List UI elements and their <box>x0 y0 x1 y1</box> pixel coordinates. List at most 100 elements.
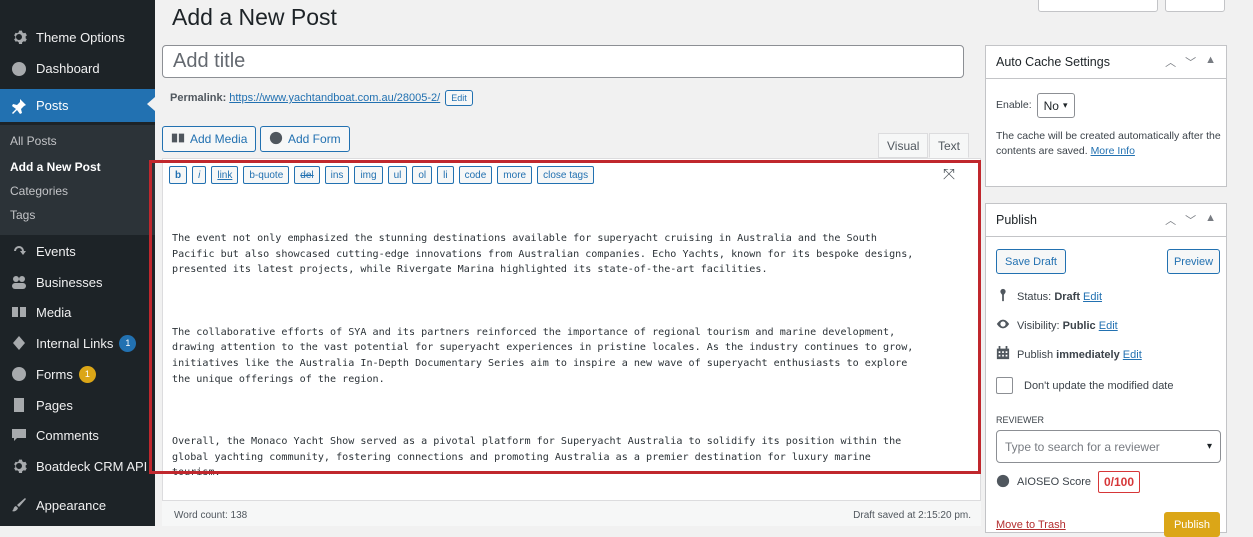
quicktag-close-tags-button[interactable]: close tags <box>537 166 595 184</box>
tab-text[interactable]: Text <box>929 133 970 158</box>
sidebar-item-businesses[interactable]: Businesses <box>0 267 155 297</box>
content-paragraph: Overall, the Monaco Yacht Show served as… <box>172 435 902 479</box>
move-up-icon[interactable]: ︿ <box>1165 212 1176 228</box>
media-icon <box>9 302 29 322</box>
postbox-header: Publish ︿ ﹀ ▲ <box>986 204 1226 237</box>
submenu-all-posts[interactable]: All Posts <box>0 130 155 152</box>
quicktag-link-button[interactable]: link <box>211 166 239 184</box>
enable-label: Enable: <box>996 99 1032 111</box>
toggle-panel-icon[interactable]: ▲ <box>1205 212 1216 228</box>
quicktag-italic-button[interactable]: i <box>192 166 207 184</box>
quicktag-code-button[interactable]: code <box>458 166 493 184</box>
submenu-add-new-post[interactable]: Add a New Post <box>0 156 155 178</box>
sidebar-item-appearance[interactable]: Appearance <box>0 490 155 520</box>
notification-badge: 1 <box>78 365 96 383</box>
move-down-icon[interactable]: ﹀ <box>1185 54 1196 70</box>
dont-update-checkbox[interactable] <box>996 377 1013 394</box>
media-icon <box>171 131 185 148</box>
draft-saved-status: Draft saved at 2:15:20 pm. <box>853 510 971 521</box>
chevron-down-icon: ▾ <box>1062 100 1068 110</box>
tab-visual[interactable]: Visual <box>878 133 929 158</box>
publish-schedule: Publish immediately Edit <box>996 346 1142 363</box>
aioseo-icon <box>996 474 1010 491</box>
save-draft-button[interactable]: Save Draft <box>996 249 1066 274</box>
gear-icon <box>9 27 29 47</box>
quicktags-toolbar: b i link b-quote del ins img ul ol li co… <box>169 166 595 184</box>
more-info-link[interactable]: More Info <box>1091 145 1135 157</box>
post-content-textarea[interactable]: The event not only emphasized the stunni… <box>172 200 972 527</box>
businesses-icon <box>9 272 29 292</box>
quicktag-ol-button[interactable]: ol <box>412 166 433 184</box>
sidebar-item-events[interactable]: Events <box>0 236 155 266</box>
sidebar-item-label: Posts <box>36 98 69 113</box>
move-to-trash-link[interactable]: Move to Trash <box>996 519 1066 531</box>
aioseo-score: AIOSEO Score 0/100 <box>996 471 1141 493</box>
permalink-label: Permalink: <box>170 92 227 104</box>
postbox-title: Publish <box>996 213 1037 227</box>
calendar-icon <box>996 346 1010 363</box>
quicktag-del-button[interactable]: del <box>294 166 320 184</box>
eye-icon <box>996 317 1010 334</box>
sidebar-item-pages[interactable]: Pages <box>0 390 155 420</box>
main-content: Add a New Post Permalink: https://www.ya… <box>149 0 1253 537</box>
sidebar-item-forms[interactable]: Forms 1 <box>0 359 155 389</box>
sidebar-item-comments[interactable]: Comments <box>0 420 155 450</box>
aioseo-score-badge[interactable]: 0/100 <box>1097 471 1141 493</box>
quicktag-img-button[interactable]: img <box>354 166 383 184</box>
pin-icon <box>9 96 29 116</box>
post-status: Status: Draft Edit <box>996 288 1102 305</box>
form-icon <box>269 131 283 148</box>
publish-box: Publish ︿ ﹀ ▲ Save Draft Preview Status:… <box>985 203 1227 537</box>
quicktag-li-button[interactable]: li <box>437 166 454 184</box>
word-count: Word count: 138 <box>174 510 248 521</box>
content-paragraph: The event not only emphasized the stunni… <box>172 233 914 276</box>
quicktag-bold-button[interactable]: b <box>169 166 188 184</box>
edit-schedule-link[interactable]: Edit <box>1123 349 1142 361</box>
events-icon <box>9 241 29 261</box>
quicktag-bquote-button[interactable]: b-quote <box>243 166 290 184</box>
permalink: Permalink: https://www.yachtandboat.com.… <box>170 90 473 106</box>
postbox-header: Auto Cache Settings ︿ ﹀ ▲ <box>986 46 1226 79</box>
content-paragraph: The collaborative efforts of SYA and its… <box>172 326 914 385</box>
edit-status-link[interactable]: Edit <box>1083 291 1102 303</box>
quicktag-more-button[interactable]: more <box>497 166 533 184</box>
quicktag-ul-button[interactable]: ul <box>387 166 408 184</box>
post-title-input[interactable] <box>162 45 964 78</box>
preview-button[interactable]: Preview <box>1167 249 1220 274</box>
dont-update-modified-date: Don't update the modified date <box>996 377 1173 394</box>
auto-cache-settings-box: Auto Cache Settings ︿ ﹀ ▲ Enable: No ▾ T… <box>985 45 1227 187</box>
publish-button[interactable]: Publish <box>1164 512 1220 537</box>
sidebar-item-label: Dashboard <box>36 60 100 76</box>
move-down-icon[interactable]: ﹀ <box>1185 212 1196 228</box>
submenu-tags[interactable]: Tags <box>0 204 155 226</box>
sidebar-item-theme-options[interactable]: Theme Options <box>0 22 155 52</box>
reviewer-search-select[interactable]: Type to search for a reviewer ▾ <box>996 430 1221 463</box>
edit-visibility-link[interactable]: Edit <box>1099 320 1118 332</box>
move-up-icon[interactable]: ︿ <box>1165 54 1176 70</box>
post-visibility: Visibility: Public Edit <box>996 317 1118 334</box>
comments-icon <box>9 425 29 445</box>
chevron-down-icon: ▾ <box>1206 441 1212 452</box>
pages-icon <box>9 395 29 415</box>
sidebar-item-internal-links[interactable]: Internal Links 1 <box>0 328 155 358</box>
submenu-categories[interactable]: Categories <box>0 180 155 202</box>
screen-options-button[interactable] <box>1038 0 1158 12</box>
permalink-link[interactable]: https://www.yachtandboat.com.au/28005-2/ <box>229 92 440 104</box>
add-form-button[interactable]: Add Form <box>260 126 350 152</box>
sidebar-item-dashboard[interactable]: Dashboard <box>0 53 155 83</box>
sidebar-item-posts[interactable]: Posts <box>0 89 155 122</box>
add-media-button[interactable]: Add Media <box>162 126 257 152</box>
permalink-edit-button[interactable]: Edit <box>445 90 473 106</box>
page-title: Add a New Post <box>172 4 337 30</box>
sidebar-item-boatdeck-crm-api[interactable]: Boatdeck CRM API <box>0 451 155 481</box>
admin-sidebar: Theme Options Dashboard Posts All Posts … <box>0 0 155 526</box>
appearance-icon <box>9 495 29 515</box>
toggle-panel-icon[interactable]: ▲ <box>1205 54 1216 70</box>
fullscreen-icon[interactable]: ⤧ <box>943 166 955 183</box>
enable-select[interactable]: No ▾ <box>1036 93 1075 118</box>
postbox-title: Auto Cache Settings <box>996 55 1110 69</box>
sidebar-item-media[interactable]: Media <box>0 297 155 327</box>
dashboard-icon <box>9 58 29 78</box>
quicktag-ins-button[interactable]: ins <box>324 166 350 184</box>
help-button[interactable] <box>1165 0 1225 12</box>
